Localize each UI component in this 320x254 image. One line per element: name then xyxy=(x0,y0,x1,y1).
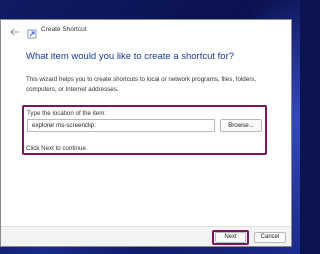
wizard-description: This wizard helps you to create shortcut… xyxy=(26,76,257,93)
shortcut-icon xyxy=(27,26,37,39)
arrow-left-icon xyxy=(10,28,19,36)
title-bar: Create Shortcut xyxy=(1,20,291,42)
page-heading: What item would you like to create a sho… xyxy=(26,51,235,62)
dialog-footer: Next Cancel xyxy=(1,226,291,246)
browse-button[interactable]: Browse... xyxy=(220,119,262,132)
continue-hint: Click Next to continue. xyxy=(26,145,88,152)
next-button[interactable]: Next xyxy=(215,232,246,243)
cancel-button[interactable]: Cancel xyxy=(254,232,286,243)
location-label: Type the location of the item: xyxy=(27,110,107,117)
location-input[interactable] xyxy=(27,119,215,132)
window-title: Create Shortcut xyxy=(41,26,87,33)
back-button[interactable] xyxy=(9,25,21,37)
create-shortcut-dialog: Create Shortcut What item would you like… xyxy=(0,19,292,247)
